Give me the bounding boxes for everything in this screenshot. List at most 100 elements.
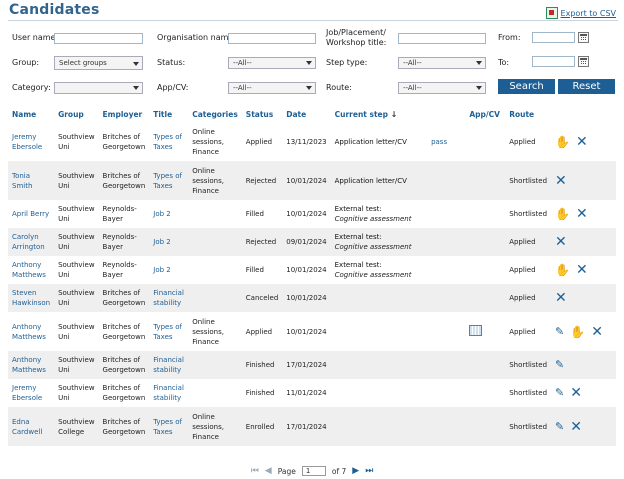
status-cell: Enrolled — [245, 422, 275, 431]
first-page-icon[interactable]: ⏮ — [251, 466, 259, 476]
edit-pencil-icon[interactable]: ✎ — [555, 359, 564, 371]
employer-cell: Britches of Georgetown — [102, 384, 146, 402]
title-link[interactable]: Types of Taxes — [153, 323, 182, 341]
user-name-input[interactable] — [54, 33, 143, 44]
candidate-name-link[interactable]: Anthony Matthews — [12, 261, 46, 279]
edit-pencil-icon[interactable]: ✎ — [555, 420, 564, 433]
close-icon[interactable]: ✕ — [576, 263, 588, 277]
table-row: Steven Hawkinson Southview Uni Britches of… — [8, 284, 616, 312]
last-page-icon[interactable]: ⏭ — [365, 466, 373, 476]
candidate-name-link[interactable]: April Berry — [12, 210, 49, 218]
close-icon[interactable]: ✕ — [555, 174, 567, 188]
group-cell: Southview College — [58, 417, 95, 436]
hand-icon[interactable]: ✋ — [555, 208, 570, 220]
col-group[interactable]: Group — [54, 106, 98, 122]
hand-icon[interactable]: ✋ — [570, 326, 585, 338]
pass-link[interactable]: pass — [431, 138, 447, 146]
current-step-cell: Application letter/CV — [334, 176, 407, 185]
page-number-input[interactable]: 1 — [301, 466, 326, 476]
candidate-name-link[interactable]: Jeremy Ebersole — [12, 384, 42, 402]
org-name-input[interactable] — [228, 33, 316, 44]
group-cell: Southview Uni — [58, 289, 95, 307]
employer-cell: Britches of Georgetown — [102, 417, 146, 436]
close-icon[interactable]: ✕ — [576, 207, 588, 221]
candidate-name-link[interactable]: Anthony Matthews — [12, 356, 46, 374]
col-name[interactable]: Name — [8, 106, 54, 122]
close-icon[interactable]: ✕ — [555, 291, 567, 305]
title-link[interactable]: Job 2 — [153, 238, 170, 246]
current-step-detail: Cognitive assessment — [334, 243, 412, 251]
chevron-down-icon — [476, 86, 482, 90]
col-date[interactable]: Date — [282, 106, 330, 122]
search-button[interactable]: Search — [498, 79, 555, 94]
col-title[interactable]: Title — [149, 106, 188, 122]
title-link[interactable]: Financial stability — [153, 384, 184, 402]
status-select[interactable]: --All-- — [228, 57, 316, 69]
title-link[interactable]: Types of Taxes — [153, 418, 182, 436]
from-calendar-icon[interactable] — [578, 32, 589, 43]
route-select[interactable]: --All-- — [398, 82, 486, 94]
hand-icon[interactable]: ✋ — [555, 136, 570, 148]
edit-pencil-icon[interactable]: ✎ — [555, 387, 564, 399]
appcv-select[interactable]: --All-- — [228, 82, 316, 94]
group-select[interactable]: Select groups — [54, 56, 143, 70]
table-row: Tonia Smith Southview Uni Britches of Geor… — [8, 161, 616, 200]
title-link[interactable]: Job 2 — [153, 266, 170, 274]
edit-pencil-icon[interactable]: ✎ — [555, 325, 564, 338]
col-current-step[interactable]: Current step ↓ — [331, 106, 427, 122]
title-link[interactable]: Job 2 — [153, 210, 170, 218]
appcv-document-icon[interactable] — [469, 324, 483, 336]
candidate-name-link[interactable]: Carolyn Arrington — [12, 233, 45, 251]
close-icon[interactable]: ✕ — [570, 386, 582, 400]
title-link[interactable]: Financial stability — [153, 289, 184, 307]
employer-cell: Reynolds-Bayer — [102, 205, 137, 223]
col-categories[interactable]: Categories — [188, 106, 242, 122]
next-page-icon[interactable]: ▶ — [352, 466, 359, 476]
user-name-label: User name: — [12, 33, 59, 42]
employer-cell: Britches of Georgetown — [102, 322, 146, 341]
category-select[interactable] — [54, 82, 143, 94]
prev-page-icon[interactable]: ◀ — [265, 466, 272, 476]
appcv-select-value: --All-- — [233, 84, 252, 92]
date-cell: 17/01/2024 — [286, 361, 327, 369]
table-row: Edna Cardwell Southview College Britches o… — [8, 407, 616, 446]
col-appcv[interactable]: App/CV — [465, 106, 505, 122]
close-icon[interactable]: ✕ — [576, 135, 588, 149]
route-label: Route: — [326, 83, 352, 92]
org-name-label: Organisation name: — [157, 33, 237, 42]
hand-icon[interactable]: ✋ — [555, 264, 570, 276]
chevron-down-icon — [476, 61, 482, 65]
close-icon[interactable]: ✕ — [555, 235, 567, 249]
to-calendar-icon[interactable] — [578, 56, 589, 67]
date-cell: 17/01/2024 — [286, 422, 327, 431]
title-link[interactable]: Types of Taxes — [153, 172, 182, 190]
candidates-table: Name Group Employer Title Categories Sta… — [8, 106, 616, 446]
candidate-name-link[interactable]: Tonia Smith — [12, 172, 32, 190]
close-icon[interactable]: ✕ — [570, 420, 582, 434]
job-title-input[interactable] — [398, 33, 486, 44]
step-type-select[interactable]: --All-- — [398, 57, 486, 69]
reset-button[interactable]: Reset — [558, 79, 615, 94]
export-csv-link[interactable]: Export to CSV — [545, 7, 616, 19]
title-link[interactable]: Types of Taxes — [153, 133, 182, 151]
col-employer[interactable]: Employer — [99, 106, 150, 122]
candidate-name-link[interactable]: Anthony Matthews — [12, 323, 46, 341]
route-select-value: --All-- — [403, 84, 422, 92]
col-status[interactable]: Status — [242, 106, 282, 122]
status-cell: Applied — [245, 137, 273, 146]
title-link[interactable]: Financial stability — [153, 356, 184, 374]
route-cell: Applied — [509, 327, 536, 336]
close-icon[interactable]: ✕ — [591, 325, 603, 339]
candidate-name-link[interactable]: Steven Hawkinson — [12, 289, 50, 307]
from-label: From: — [498, 33, 521, 42]
group-cell: Southview Uni — [58, 261, 95, 279]
candidate-name-link[interactable]: Edna Cardwell — [12, 418, 42, 436]
from-date-input[interactable] — [532, 32, 575, 43]
row-actions: ✎ ✕ — [555, 420, 612, 434]
date-cell: 10/01/2024 — [286, 294, 327, 302]
candidate-name-link[interactable]: Jeremy Ebersole — [12, 133, 42, 151]
col-route[interactable]: Route — [505, 106, 551, 122]
to-date-input[interactable] — [532, 56, 575, 67]
to-label: To: — [498, 58, 510, 67]
route-cell: Shortlisted — [509, 422, 548, 431]
